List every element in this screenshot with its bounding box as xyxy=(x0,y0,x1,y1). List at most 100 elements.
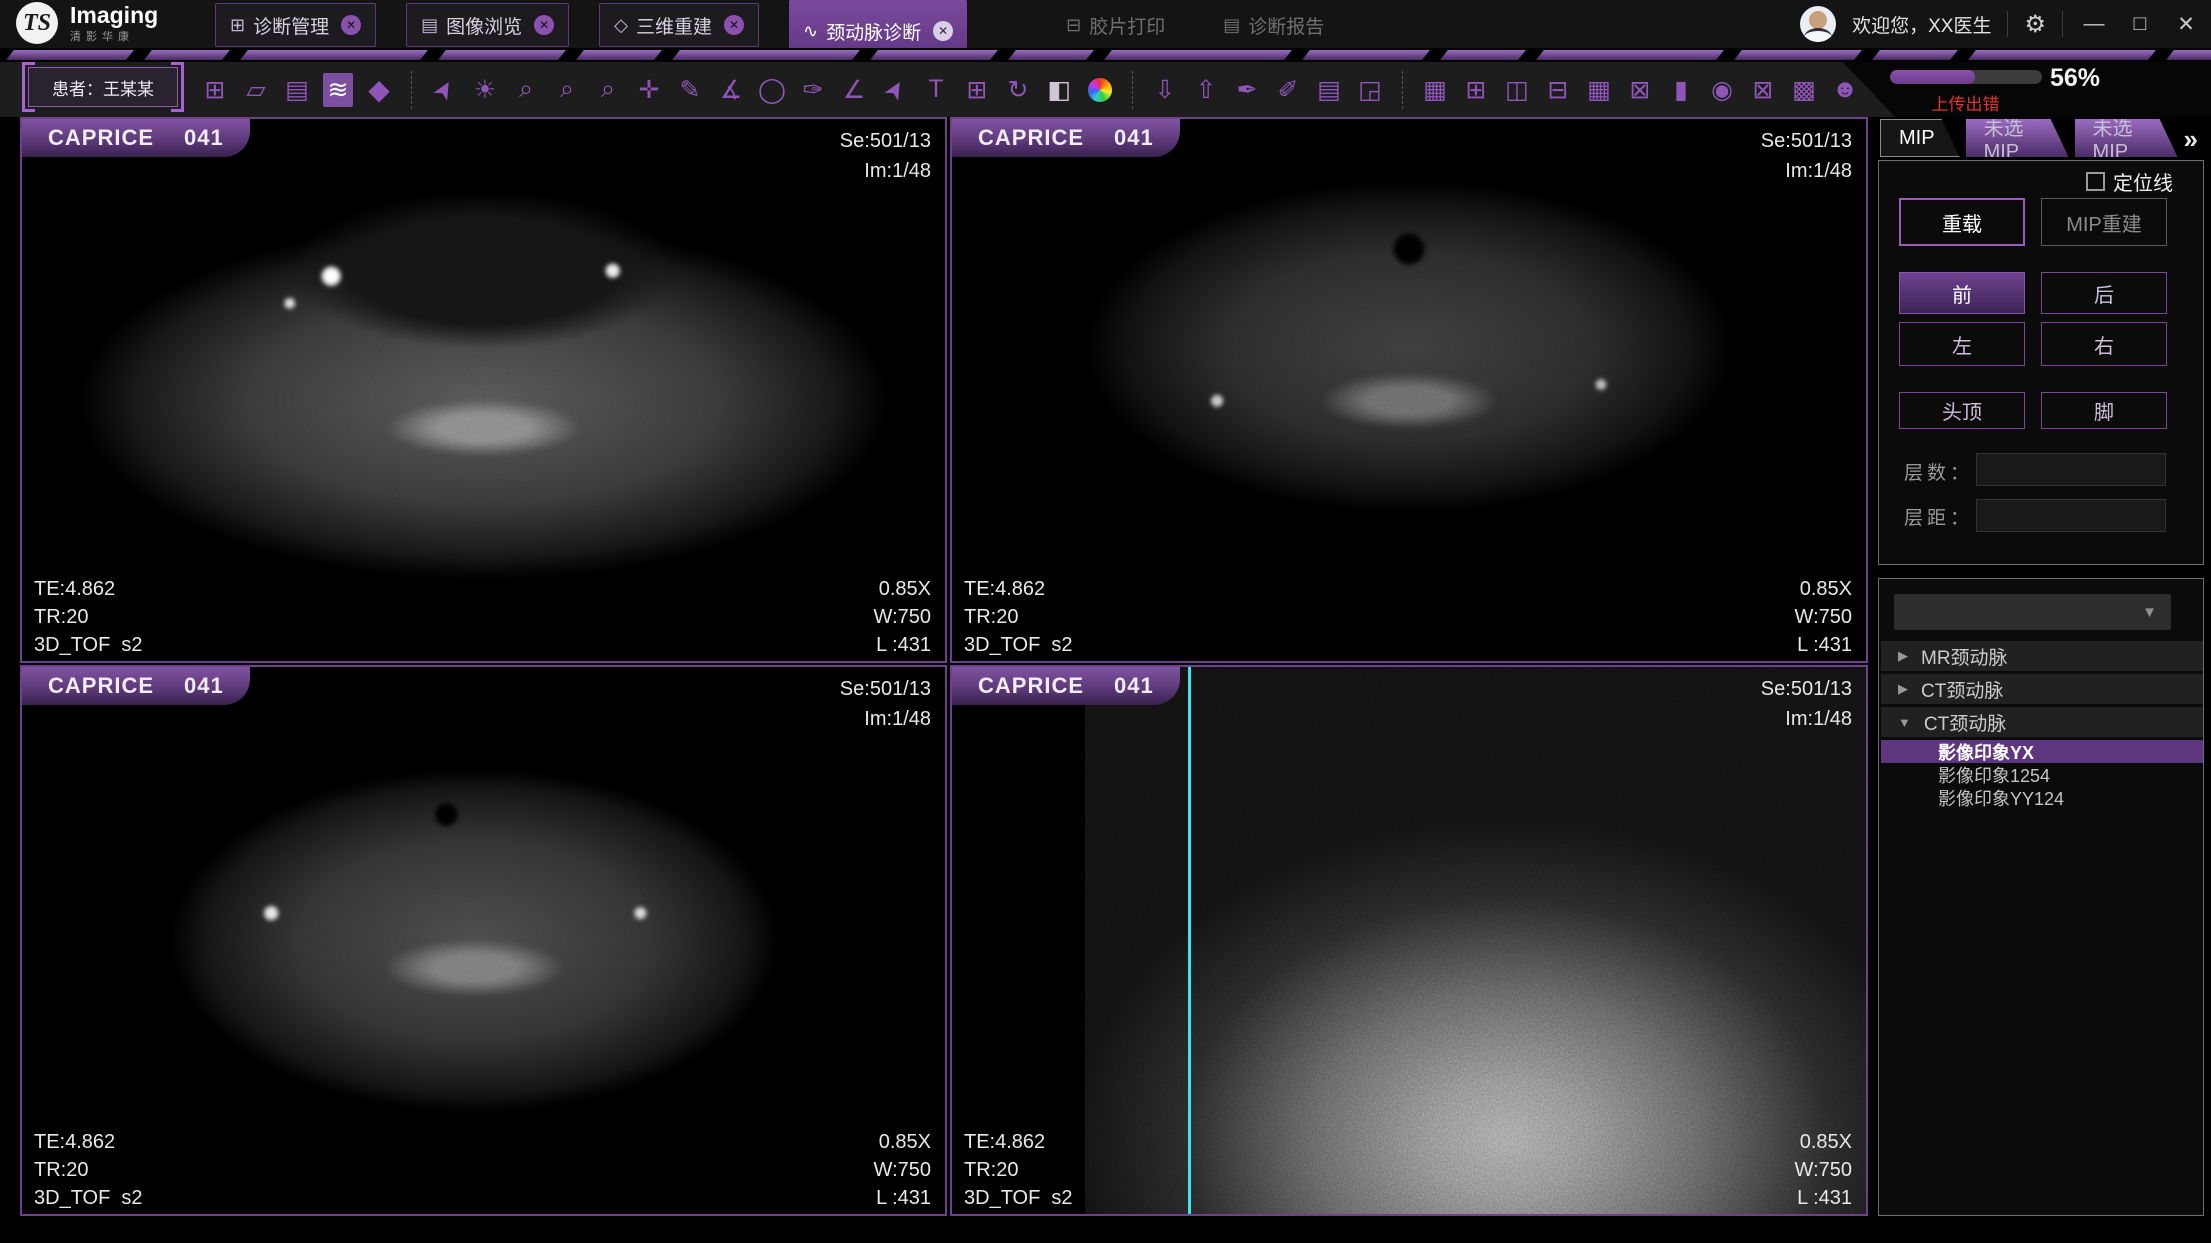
brush-icon[interactable]: ✒ xyxy=(1232,73,1262,107)
patient-name-box[interactable]: 患者：王某某 xyxy=(28,67,178,107)
zoom-2x-icon[interactable]: ⌕ xyxy=(593,73,623,107)
settings-gear-icon[interactable]: ⚙ xyxy=(2024,10,2046,39)
marker-icon[interactable]: ✐ xyxy=(1273,73,1303,107)
deco-strip-segment xyxy=(1104,50,1292,60)
ellipse-roi-icon[interactable]: ◯ xyxy=(757,73,787,107)
ai-assist-icon[interactable]: ☻ xyxy=(1830,73,1860,107)
reload-button[interactable]: 重载 xyxy=(1899,198,2025,246)
pointer-icon[interactable]: ➤ xyxy=(873,68,917,111)
app-tab[interactable]: ⊞诊断管理✕ xyxy=(215,3,376,47)
tab-close-icon[interactable]: ✕ xyxy=(933,21,953,41)
rotate-icon[interactable]: ↻ xyxy=(1003,73,1033,107)
sequence-name: 3D_TOF s2 xyxy=(964,635,1073,655)
localizer-checkbox[interactable] xyxy=(2086,172,2105,191)
deco-strip-segment xyxy=(438,50,566,60)
series-badge: CAPRICE 041 xyxy=(22,119,250,157)
viewport-axial-1[interactable]: CAPRICE 041 Se:501/13 Im:1/48 TE:4.862 T… xyxy=(20,117,947,663)
add-annotation-icon[interactable]: ⊞ xyxy=(962,73,992,107)
localizer-line[interactable] xyxy=(1188,667,1191,1214)
invert-icon[interactable]: ◧ xyxy=(1044,73,1074,107)
window-level-icon[interactable]: ☀ xyxy=(470,73,500,107)
mri-image[interactable] xyxy=(22,119,945,661)
viewport-axial-3[interactable]: CAPRICE 041 Se:501/13 Im:1/48 TE:4.862 T… xyxy=(20,665,947,1216)
tree-node[interactable]: ▶MR颈动脉 xyxy=(1881,641,2203,671)
zoom-icon[interactable]: ⌕ xyxy=(511,73,541,107)
cobb-angle-icon[interactable]: ∠ xyxy=(839,73,869,107)
mri-image[interactable] xyxy=(22,667,945,1214)
layout-rect-remove-icon[interactable]: ⊠ xyxy=(1748,73,1778,107)
layout-quad-icon[interactable]: ▦ xyxy=(1584,73,1614,107)
panel-tab[interactable]: 未选MIP xyxy=(2075,119,2178,157)
view-front-button[interactable]: 前 xyxy=(1899,272,2025,314)
tab-close-icon[interactable]: ✕ xyxy=(341,15,361,35)
open-folder-icon[interactable]: ▱ xyxy=(241,73,271,107)
filmstrip-icon[interactable]: ▩ xyxy=(1789,73,1819,107)
panel-tab[interactable]: MIP xyxy=(1880,119,1960,157)
tab-close-icon[interactable]: ✕ xyxy=(534,15,554,35)
layout-oval-icon[interactable]: ◉ xyxy=(1707,73,1737,107)
tab-label: 图像浏览 xyxy=(446,12,522,39)
layout-single-icon[interactable]: ▮ xyxy=(1666,73,1696,107)
layout-hsplit-icon[interactable]: ⊟ xyxy=(1543,73,1573,107)
series-info: Se:501/13 xyxy=(840,131,931,151)
minimize-button[interactable]: — xyxy=(2079,12,2109,36)
text-annotation-icon[interactable]: T xyxy=(921,73,951,107)
view-back-button[interactable]: 后 xyxy=(2041,272,2167,314)
volume-3d-icon[interactable]: ◆ xyxy=(364,73,394,107)
viewport-axial-4[interactable]: CAPRICE 041 Se:501/13 Im:1/48 TE:4.862 T… xyxy=(950,665,1868,1216)
tree-child-item[interactable]: 影像印象YY124 xyxy=(1881,786,2203,809)
mri-image[interactable] xyxy=(952,119,1866,661)
freehand-roi-icon[interactable]: ✑ xyxy=(798,73,828,107)
user-avatar[interactable] xyxy=(1800,6,1836,42)
close-button[interactable]: ✕ xyxy=(2171,12,2201,37)
download-icon[interactable]: ⇩ xyxy=(1150,73,1180,107)
view-left-button[interactable]: 左 xyxy=(1899,322,2025,366)
image-gallery-icon[interactable]: ▤ xyxy=(282,73,312,107)
panel-tabs-overflow-icon[interactable]: » xyxy=(2184,124,2198,155)
layer-count-input[interactable] xyxy=(1976,453,2166,486)
select-cursor-icon[interactable]: ➤ xyxy=(422,68,466,111)
view-foot-button[interactable]: 脚 xyxy=(2041,392,2167,429)
upload-progress-bar xyxy=(1890,70,2042,84)
layer-count-label: 层数： xyxy=(1904,458,1973,485)
view-right-button[interactable]: 右 xyxy=(2041,322,2167,366)
layer-spacing-label: 层距： xyxy=(1904,503,1973,530)
ct-image[interactable] xyxy=(1085,667,1866,1214)
tab-close-icon[interactable]: ✕ xyxy=(724,15,744,35)
pan-icon[interactable]: ✛ xyxy=(634,73,664,107)
app-tab[interactable]: ◇三维重建✕ xyxy=(599,3,759,47)
panel-tab[interactable]: 未选MIP xyxy=(1966,119,2069,157)
chevron-right-icon[interactable]: ▶ xyxy=(1898,681,1908,697)
angle-measure-icon[interactable]: ∡ xyxy=(716,73,746,107)
view-head-button[interactable]: 头顶 xyxy=(1899,392,2025,429)
viewport-axial-2[interactable]: CAPRICE 041 Se:501/13 Im:1/48 TE:4.862 T… xyxy=(950,117,1868,663)
upload-icon[interactable]: ⇧ xyxy=(1191,73,1221,107)
zoom-region-icon[interactable]: ⌕ xyxy=(552,73,582,107)
tree-node[interactable]: ▶CT颈动脉 xyxy=(1881,674,2203,704)
layer-stack-icon[interactable]: ≋ xyxy=(323,73,353,107)
chevron-down-icon[interactable]: ▼ xyxy=(1898,715,1911,730)
series-title: CAPRICE xyxy=(48,125,154,151)
app-tab[interactable]: ▤ 图像浏览 ✕ xyxy=(406,3,569,47)
pseudo-color-icon[interactable] xyxy=(1088,78,1112,102)
image-icon: ▤ xyxy=(421,15,438,36)
import-study-icon[interactable]: ⊞ xyxy=(200,73,230,107)
series-dropdown[interactable]: ▼ xyxy=(1894,594,2171,630)
tree-child-item[interactable]: 影像印象1254 xyxy=(1881,763,2203,786)
mip-rebuild-button[interactable]: MIP重建 xyxy=(2041,198,2167,246)
tr-value: TR:20 xyxy=(34,607,88,627)
cube-icon: ◇ xyxy=(614,15,628,36)
report-add-icon[interactable]: ▤ xyxy=(1314,73,1344,107)
series-number: 041 xyxy=(184,125,224,151)
image-upload-icon[interactable]: ◲ xyxy=(1355,73,1385,107)
layout-remove-icon[interactable]: ⊠ xyxy=(1625,73,1655,107)
chevron-right-icon[interactable]: ▶ xyxy=(1898,648,1908,664)
layout-2x2-icon[interactable]: ⊞ xyxy=(1461,73,1491,107)
maximize-button[interactable]: □ xyxy=(2125,12,2155,36)
length-measure-icon[interactable]: ✎ xyxy=(675,73,705,107)
layout-grid-icon[interactable]: ▦ xyxy=(1420,73,1450,107)
tree-node[interactable]: ▼CT颈动脉 xyxy=(1881,707,2203,737)
tree-child-item[interactable]: 影像印象YX xyxy=(1881,740,2203,763)
layer-spacing-input[interactable] xyxy=(1976,499,2166,532)
layout-vsplit-icon[interactable]: ◫ xyxy=(1502,73,1532,107)
